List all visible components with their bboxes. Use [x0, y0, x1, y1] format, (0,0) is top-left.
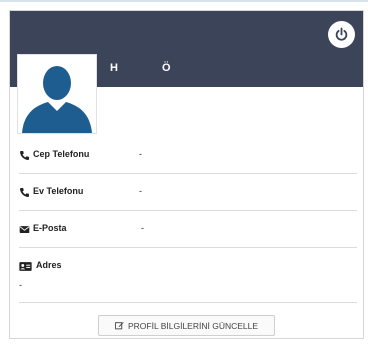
user-silhouette-icon [22, 66, 92, 133]
user-last-name: Ö [162, 62, 171, 74]
contact-row-email: E-Posta - [19, 211, 357, 248]
update-profile-label: PROFİL BİLGİLERİNİ GÜNCELLE [127, 320, 259, 331]
edit-icon [115, 322, 124, 330]
address-value: - [19, 280, 22, 290]
logout-button[interactable] [328, 21, 355, 48]
avatar [17, 54, 97, 134]
phone-icon [20, 151, 29, 160]
contact-row-mobile: Cep Telefonu - [19, 137, 357, 174]
mobile-value: - [139, 149, 142, 159]
top-border-line [0, 0, 368, 2]
email-value: - [141, 223, 144, 233]
address-label: Adres [36, 260, 62, 270]
contact-row-address: Adres - [19, 248, 357, 303]
email-label: E-Posta [33, 223, 67, 233]
home-phone-label: Ev Telefonu [33, 186, 84, 196]
update-profile-button[interactable]: PROFİL BİLGİLERİNİ GÜNCELLE [98, 315, 275, 336]
phone-icon [20, 188, 29, 197]
home-phone-value: - [139, 186, 142, 196]
mobile-label: Cep Telefonu [33, 149, 90, 159]
contact-row-home: Ev Telefonu - [19, 174, 357, 211]
user-first-name: H [110, 62, 118, 74]
address-card-icon [19, 262, 32, 271]
envelope-icon [19, 226, 30, 233]
power-icon [335, 27, 348, 41]
profile-card: H Ö Cep Telefonu - Ev Telefonu - E-Posta… [9, 10, 364, 339]
